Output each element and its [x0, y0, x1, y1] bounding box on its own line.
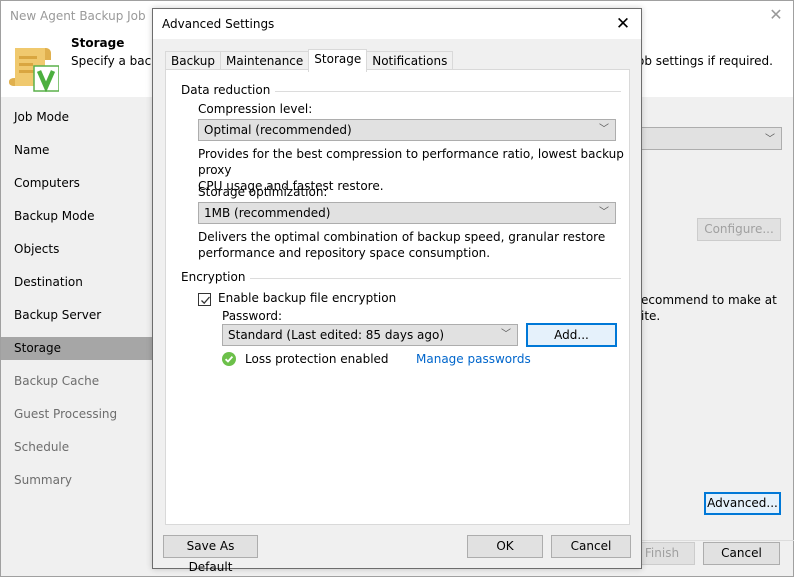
dialog-cancel-button[interactable]: Cancel: [551, 535, 631, 558]
chevron-down-icon: ﹀: [599, 207, 609, 218]
compression-description-line-1: Provides for the best compression to per…: [198, 147, 624, 177]
add-password-button[interactable]: Add...: [526, 323, 617, 347]
enable-encryption-checkbox[interactable]: [198, 293, 211, 306]
nav-item-objects[interactable]: Objects: [1, 233, 153, 266]
encryption-group-label: Encryption: [181, 270, 251, 284]
storage-tab-panel: Data reduction Compression level: Optima…: [165, 69, 630, 525]
scroll-check-icon: [9, 48, 59, 92]
loss-protection-status: Loss protection enabled: [245, 352, 389, 366]
nav-item-summary: Summary: [14, 473, 72, 487]
ok-button[interactable]: OK: [467, 535, 543, 558]
dialog-close-icon[interactable]: ✕: [611, 12, 635, 36]
configure-button: Configure...: [697, 218, 781, 241]
chevron-down-icon: ﹀: [501, 329, 511, 340]
chevron-down-icon: ﹀: [765, 134, 775, 145]
wizard-close-icon[interactable]: ✕: [765, 4, 787, 26]
nav-item-storage[interactable]: Storage: [1, 337, 153, 360]
nav-item-schedule: Schedule: [14, 440, 70, 454]
storage-optimization-select[interactable]: 1MB (recommended) ﹀: [198, 202, 616, 224]
wizard-cancel-button[interactable]: Cancel: [703, 542, 780, 565]
wizard-hint-line-1: ecommend to make at: [641, 293, 777, 307]
storage-optimization-description: Delivers the optimal combination of back…: [198, 229, 605, 261]
backup-repository-combo[interactable]: ﹀: [641, 127, 782, 150]
save-as-default-button[interactable]: Save As Default: [163, 535, 258, 574]
wizard-hint-text: ecommend to make at ite.: [641, 292, 777, 324]
tab-storage[interactable]: Storage: [308, 49, 368, 72]
storage-optimization-value: 1MB (recommended): [204, 206, 331, 220]
dialog-title: Advanced Settings: [162, 17, 275, 31]
data-reduction-group-label: Data reduction: [181, 83, 276, 97]
nav-item-guest-processing: Guest Processing: [14, 407, 118, 421]
dialog-titlebar: Advanced Settings ✕: [153, 9, 641, 39]
password-label: Password:: [222, 309, 283, 323]
chevron-down-icon: ﹀: [599, 124, 609, 135]
password-select[interactable]: Standard (Last edited: 85 days ago) ﹀: [222, 324, 518, 346]
advanced-button[interactable]: Advanced...: [704, 492, 781, 515]
password-value: Standard (Last edited: 85 days ago): [228, 328, 445, 342]
nav-item-computers[interactable]: Computers: [1, 167, 153, 200]
check-circle-icon: [222, 352, 236, 366]
manage-passwords-link[interactable]: Manage passwords: [416, 352, 531, 366]
nav-item-backup-mode[interactable]: Backup Mode: [1, 200, 153, 233]
wizard-step-description-tail: ob settings if required.: [637, 54, 773, 68]
nav-item-backup-server[interactable]: Backup Server: [1, 299, 153, 332]
wizard-hint-line-2: ite.: [641, 309, 661, 323]
checkmark-icon: [201, 296, 210, 305]
compression-level-select[interactable]: Optimal (recommended) ﹀: [198, 119, 616, 141]
storage-optimization-label: Storage optimization:: [198, 185, 328, 199]
nav-item-name[interactable]: Name: [1, 134, 153, 167]
advanced-settings-dialog: Advanced Settings ✕ Backup Maintenance S…: [152, 8, 642, 574]
nav-item-job-mode[interactable]: Job Mode: [1, 101, 153, 134]
storage-optimization-description-line-2: performance and repository space consump…: [198, 246, 491, 260]
wizard-step-title: Storage: [71, 36, 125, 50]
enable-encryption-label[interactable]: Enable backup file encryption: [218, 291, 396, 305]
compression-level-value: Optimal (recommended): [204, 123, 352, 137]
dialog-tabs: Backup Maintenance Storage Notifications: [165, 49, 454, 72]
nav-item-backup-cache: Backup Cache: [14, 374, 100, 388]
nav-item-destination[interactable]: Destination: [1, 266, 153, 299]
wizard-title: New Agent Backup Job: [10, 9, 146, 23]
wizard-steps-nav: Job Mode Name Computers Backup Mode Obje…: [1, 101, 153, 497]
compression-level-label: Compression level:: [198, 102, 313, 116]
storage-optimization-description-line-1: Delivers the optimal combination of back…: [198, 230, 606, 244]
